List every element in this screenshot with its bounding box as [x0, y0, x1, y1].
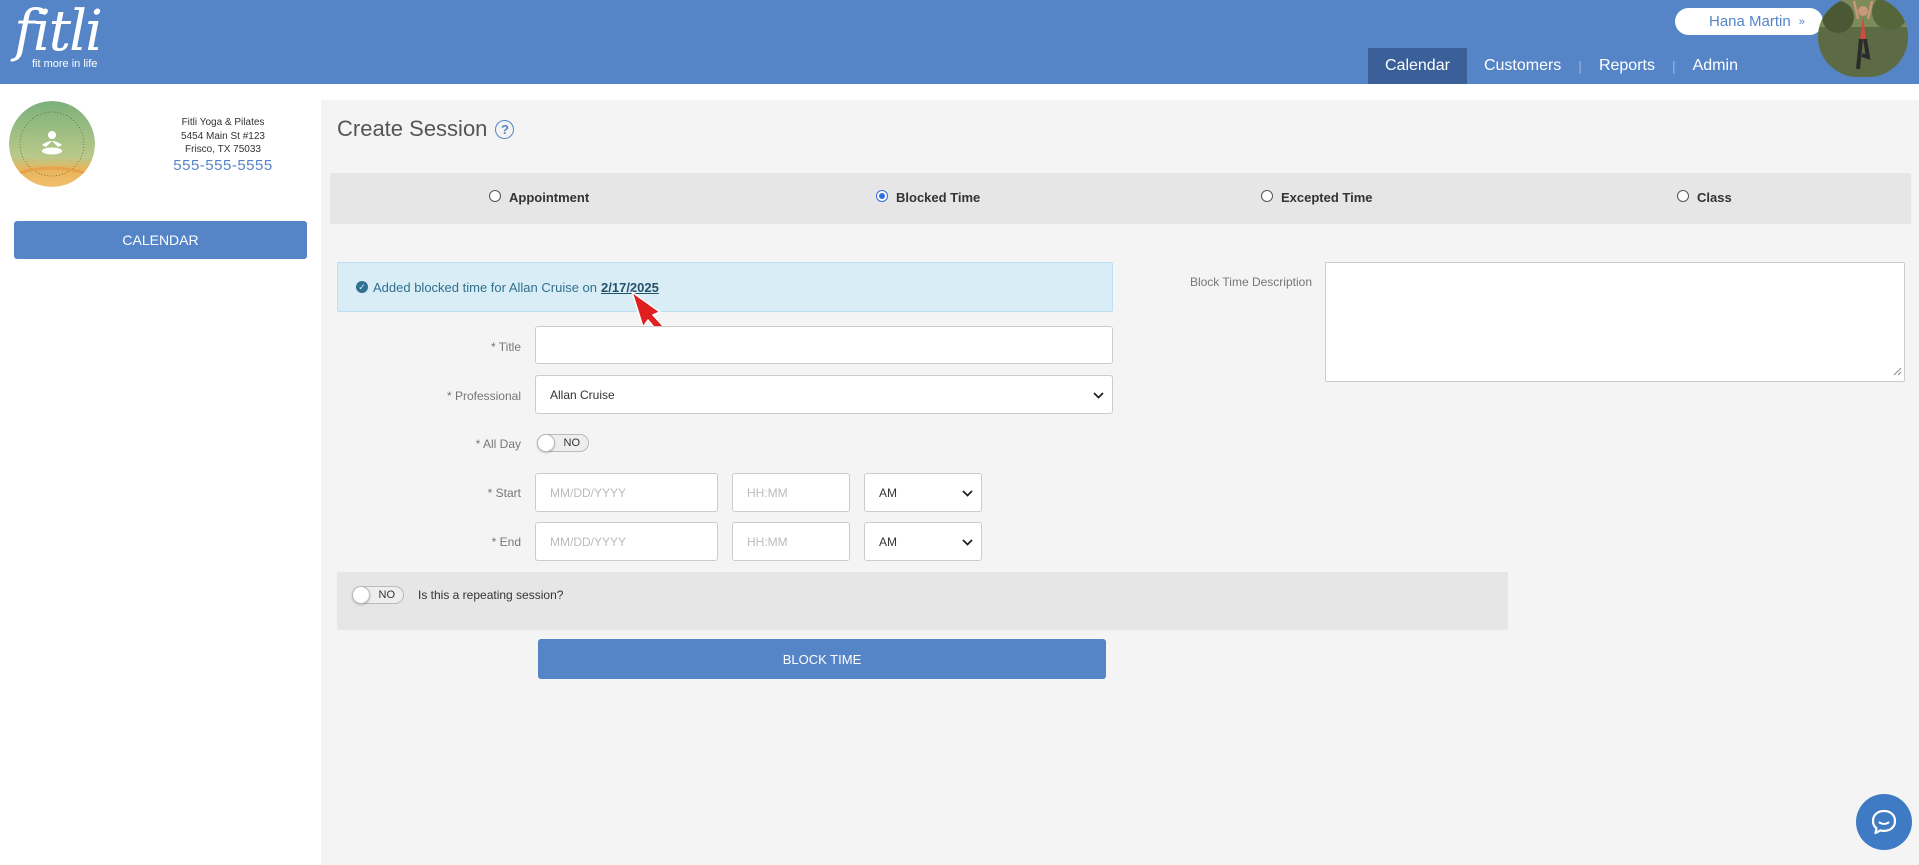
- radio-label: Blocked Time: [896, 190, 981, 205]
- all-day-label: * All Day: [475, 437, 521, 451]
- toggle-text: NO: [563, 437, 581, 449]
- user-name: Hana Martin: [1709, 13, 1791, 30]
- start-ampm-select[interactable]: AM: [864, 473, 982, 512]
- title-input[interactable]: [535, 326, 1113, 364]
- repeat-toggle[interactable]: NO: [352, 586, 404, 604]
- all-day-toggle[interactable]: NO: [537, 434, 589, 452]
- page-title-text: Create Session: [337, 116, 488, 141]
- radio-label: Appointment: [509, 190, 590, 205]
- end-ampm-select[interactable]: AM: [864, 522, 982, 561]
- professional-value: Allan Cruise: [550, 387, 615, 402]
- page-title: Create Session ?: [337, 116, 515, 142]
- nav-customers[interactable]: Customers: [1467, 48, 1578, 84]
- chevron-down-icon: [962, 486, 973, 500]
- chevron-down-icon: »: [1798, 15, 1805, 28]
- repeat-question: Is this a repeating session?: [418, 588, 564, 602]
- avatar-image: [1818, 0, 1908, 77]
- avatar[interactable]: [1818, 0, 1908, 77]
- radio-button[interactable]: [489, 189, 501, 202]
- end-ampm-value: AM: [879, 534, 897, 549]
- chevron-down-icon: [1093, 388, 1104, 402]
- user-menu-button[interactable]: Hana Martin »: [1675, 8, 1823, 35]
- radio-button-selected[interactable]: [876, 189, 888, 202]
- description-label: Block Time Description: [1189, 275, 1312, 289]
- business-logo: [9, 101, 95, 187]
- toggle-knob: [537, 434, 555, 452]
- logo-tagline: fit more in life: [32, 58, 98, 70]
- business-address-line2: Frisco, TX 75033: [185, 144, 261, 155]
- professional-label: * Professional: [446, 389, 521, 403]
- sidebar: [0, 84, 320, 865]
- professional-select[interactable]: Allan Cruise: [535, 375, 1113, 414]
- radio-excepted-time[interactable]: Excepted Time: [1261, 189, 1373, 205]
- repeat-session-panel: NO Is this a repeating session?: [337, 572, 1508, 630]
- calendar-button[interactable]: CALENDAR: [14, 221, 307, 259]
- help-circle-icon[interactable]: ?: [495, 119, 515, 139]
- business-address-line1: 5454 Main St #123: [181, 130, 265, 142]
- toggle-knob: [352, 586, 370, 604]
- end-date-input[interactable]: MM/DD/YYYY: [535, 522, 718, 561]
- business-phone[interactable]: 555-555-5555: [150, 158, 296, 172]
- success-alert: ✓ Added blocked time for Allan Cruise on…: [337, 262, 1113, 312]
- end-time-input[interactable]: HH:MM: [732, 522, 850, 561]
- top-header: fitli fit more in life Hana Martin » Cal…: [0, 0, 1919, 84]
- start-label: * Start: [487, 486, 521, 500]
- alert-message: Added blocked time for Allan Cruise on: [373, 279, 598, 295]
- nav-admin[interactable]: Admin: [1676, 48, 1755, 84]
- business-info: Fitli Yoga & Pilates 5454 Main St #123 F…: [150, 116, 296, 172]
- nav-reports[interactable]: Reports: [1582, 48, 1672, 84]
- session-type-selector: Appointment Blocked Time Excepted Time C…: [330, 173, 1911, 224]
- radio-button[interactable]: [1261, 189, 1273, 202]
- chat-bubble-icon: [1871, 809, 1897, 835]
- radio-label: Class: [1697, 190, 1732, 205]
- chat-widget-button[interactable]: [1856, 794, 1912, 850]
- start-time-input[interactable]: HH:MM: [732, 473, 850, 512]
- main-nav: Calendar Customers | Reports | Admin: [1368, 48, 1755, 84]
- radio-blocked-time[interactable]: Blocked Time: [876, 189, 981, 205]
- radio-label: Excepted Time: [1281, 190, 1373, 205]
- resize-handle-icon[interactable]: [1893, 367, 1902, 379]
- radio-class[interactable]: Class: [1677, 189, 1732, 205]
- yoga-logo-image: [9, 101, 95, 187]
- toggle-text: NO: [378, 589, 396, 601]
- radio-appointment[interactable]: Appointment: [489, 189, 590, 205]
- block-time-button[interactable]: BLOCK TIME: [538, 639, 1106, 679]
- chevron-down-icon: [962, 535, 973, 549]
- business-name: Fitli Yoga & Pilates: [181, 117, 265, 128]
- title-label: * Title: [490, 340, 521, 354]
- end-label: * End: [491, 535, 521, 549]
- radio-button[interactable]: [1677, 189, 1689, 202]
- description-textarea[interactable]: [1325, 262, 1905, 382]
- nav-calendar[interactable]: Calendar: [1368, 48, 1467, 84]
- start-date-input[interactable]: MM/DD/YYYY: [535, 473, 718, 512]
- logo-wordmark: fitli: [14, 0, 103, 64]
- start-ampm-value: AM: [879, 485, 897, 500]
- fitli-logo[interactable]: fitli fit more in life: [14, 0, 103, 71]
- check-circle-icon: ✓: [356, 281, 368, 293]
